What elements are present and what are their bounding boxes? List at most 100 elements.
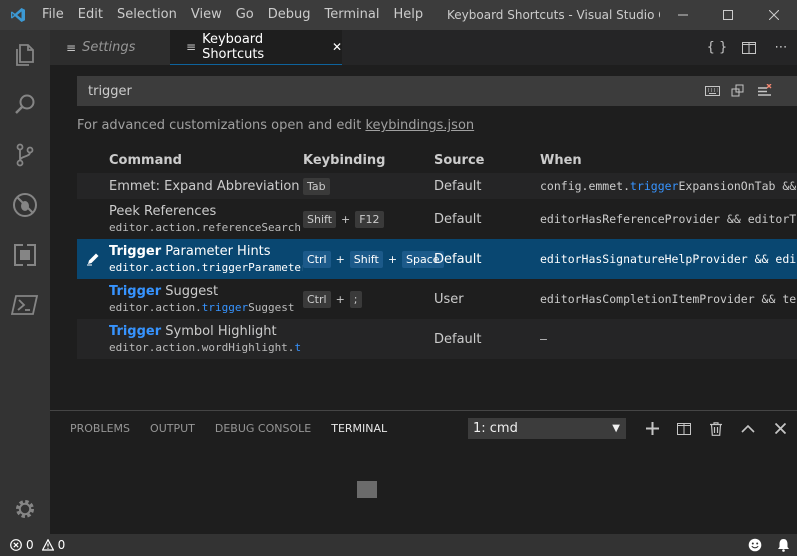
split-terminal-icon — [677, 422, 691, 435]
command-id: editor.action.triggerParameter — [109, 260, 303, 274]
search-button[interactable] — [0, 80, 50, 130]
column-source: Source — [434, 153, 485, 168]
kill-terminal-button[interactable] — [700, 411, 732, 446]
search-actions — [699, 76, 777, 106]
key-label: ; — [349, 290, 362, 308]
files-icon — [16, 44, 34, 66]
table-row[interactable]: Peek References editor.action.referenceS… — [77, 199, 797, 239]
when-cell: editorHasCompletionItemProvider && te... — [540, 292, 797, 306]
error-count: 0 — [26, 538, 34, 552]
explorer-button[interactable] — [0, 30, 50, 80]
split-editor-button[interactable] — [733, 30, 765, 65]
minimize-button[interactable] — [660, 0, 706, 30]
table-header: Command Keybinding Source When — [77, 148, 797, 173]
close-panel-button[interactable] — [764, 411, 796, 446]
keybindings-json-link[interactable]: keybindings.json — [365, 118, 474, 133]
column-when: When — [540, 153, 582, 168]
tab-problems[interactable]: PROBLEMS — [50, 411, 140, 446]
close-icon — [769, 10, 779, 20]
record-keys-button[interactable] — [699, 76, 725, 106]
table-row[interactable]: Trigger Suggest editor.action.triggerSug… — [77, 279, 797, 319]
feedback-button[interactable] — [741, 534, 769, 556]
command-cell: Emmet: Expand Abbreviation — [109, 178, 303, 195]
menu-help[interactable]: Help — [386, 0, 430, 30]
source-cell: User — [434, 291, 464, 307]
title-bar: File Edit Selection View Go Debug Termin… — [0, 0, 797, 30]
split-terminal-button[interactable] — [668, 411, 700, 446]
keybinding-cell: Ctrl + Shift + Space — [303, 250, 444, 268]
menu-bar: File Edit Selection View Go Debug Termin… — [35, 0, 430, 30]
tab-keyboard-shortcuts-label: Keyboard Shortcuts — [202, 32, 265, 62]
debug-button[interactable] — [0, 180, 50, 230]
column-command: Command — [109, 153, 182, 168]
close-window-button[interactable] — [751, 0, 797, 30]
menu-view[interactable]: View — [184, 0, 229, 30]
key-label: Shift — [349, 250, 383, 268]
advanced-customization-prefix: For advanced customizations open and edi… — [77, 118, 366, 133]
pencil-icon — [87, 253, 99, 266]
edit-keybinding-button[interactable] — [77, 239, 109, 279]
menu-edit[interactable]: Edit — [71, 0, 110, 30]
close-tab-icon[interactable]: ✕ — [332, 40, 342, 54]
command-id: editor.action.wordHighlight.t — [109, 340, 302, 354]
sort-precedence-icon — [731, 84, 744, 97]
tab-terminal[interactable]: TERMINAL — [321, 411, 397, 446]
tab-settings-label: Settings — [82, 40, 136, 55]
table-row[interactable]: Trigger Symbol Highlight editor.action.w… — [77, 319, 797, 359]
clear-search-button[interactable] — [751, 76, 777, 106]
menu-debug[interactable]: Debug — [261, 0, 318, 30]
keybinding-cell: Tab — [303, 177, 434, 195]
maximize-button[interactable] — [705, 0, 751, 30]
terminal-select-value: 1: cmd — [473, 421, 518, 436]
when-cell: editorHasReferenceProvider && editorT... — [540, 212, 797, 226]
tab-debug-console[interactable]: DEBUG CONSOLE — [205, 411, 321, 446]
menu-go[interactable]: Go — [229, 0, 261, 30]
key-label: Ctrl — [303, 250, 331, 268]
menu-selection[interactable]: Selection — [110, 0, 184, 30]
search-keybindings-box — [77, 76, 797, 106]
source-control-button[interactable] — [0, 130, 50, 180]
tab-keyboard-shortcuts[interactable]: ≡ Keyboard Shortcuts ✕ — [170, 30, 342, 65]
search-keybindings-input[interactable] — [88, 83, 688, 99]
sort-by-precedence-button[interactable] — [725, 76, 751, 106]
trash-icon — [710, 421, 722, 436]
ellipsis-icon: ⋯ — [774, 40, 788, 55]
extensions-button[interactable] — [0, 230, 50, 280]
menu-terminal[interactable]: Terminal — [318, 0, 387, 30]
panel-actions — [636, 411, 796, 446]
chevron-down-icon: ▼ — [612, 423, 620, 434]
table-row[interactable]: Emmet: Expand Abbreviation Tab Default c… — [77, 173, 797, 199]
table-row-selected[interactable]: Trigger Parameter Hints editor.action.tr… — [77, 239, 797, 279]
maximize-panel-button[interactable] — [732, 411, 764, 446]
problems-status[interactable]: 0 0 — [10, 538, 65, 552]
search-icon — [15, 94, 35, 114]
terminal-cursor — [357, 481, 377, 498]
when-cell: config.emmet.triggerExpansionOnTab &&... — [540, 179, 797, 193]
open-json-button[interactable]: { } — [701, 30, 733, 65]
plus-icon — [645, 422, 659, 435]
braces-icon: { } — [706, 40, 728, 55]
minimize-icon — [678, 14, 688, 16]
terminal-select[interactable]: 1: cmd ▼ — [468, 418, 626, 439]
source-cell: Default — [434, 211, 482, 227]
more-actions-button[interactable]: ⋯ — [765, 30, 797, 65]
new-terminal-button[interactable] — [636, 411, 668, 446]
notifications-button[interactable] — [769, 534, 797, 556]
chevron-up-icon — [741, 424, 755, 433]
powershell-button[interactable] — [0, 280, 50, 330]
keyboard-icon — [704, 86, 720, 96]
command-title: Trigger Suggest — [109, 283, 219, 299]
clear-list-icon — [757, 84, 771, 96]
source-cell: Default — [434, 331, 482, 347]
tab-settings[interactable]: ≡ Settings — [50, 30, 170, 65]
manage-button[interactable] — [0, 484, 50, 534]
key-label: Ctrl — [303, 290, 331, 308]
smiley-icon — [748, 538, 762, 552]
close-icon — [774, 423, 786, 434]
warning-count: 0 — [57, 538, 66, 552]
tab-output[interactable]: OUTPUT — [140, 411, 205, 446]
command-title: Peek References — [109, 203, 217, 219]
command-id: editor.action.referenceSearch — [109, 220, 302, 234]
menu-file[interactable]: File — [35, 0, 71, 30]
column-keybinding: Keybinding — [303, 153, 386, 168]
